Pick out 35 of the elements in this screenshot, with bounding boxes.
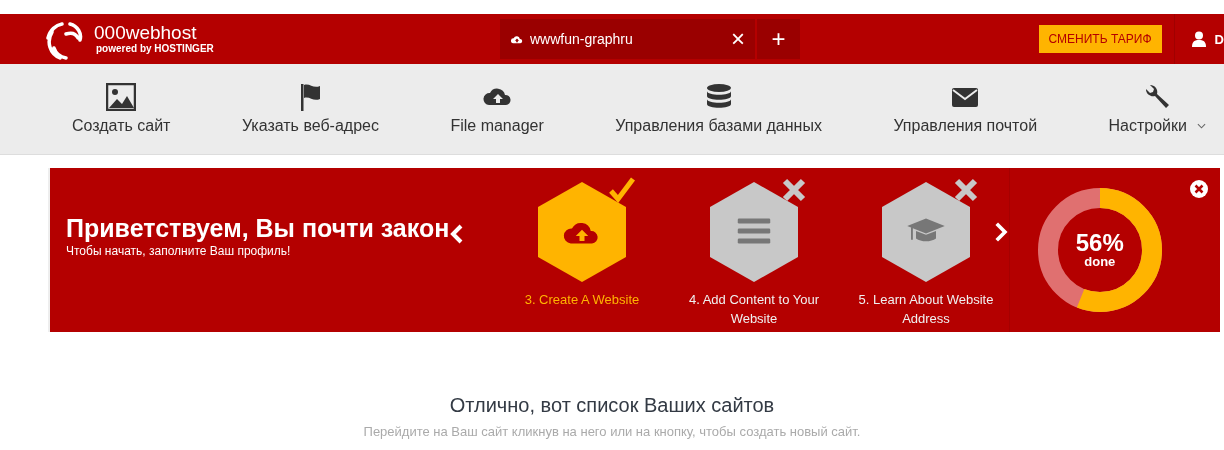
site-tab[interactable]: wwwfun-graphru × bbox=[500, 19, 755, 59]
nav-item[interactable]: Настройки bbox=[1108, 83, 1206, 135]
add-tab-button[interactable]: + bbox=[757, 19, 800, 59]
banner-subtitle: Чтобы начать, заполните Ваш профиль! bbox=[66, 244, 292, 258]
step-hexagon[interactable] bbox=[538, 182, 626, 282]
step-label: 5. Learn About Website Address bbox=[857, 291, 995, 328]
progress-caption: done bbox=[1084, 255, 1116, 269]
chevron-left-icon[interactable] bbox=[450, 224, 464, 244]
nav-item[interactable]: Управления почтой bbox=[893, 83, 1038, 135]
step-label: 4. Add Content to Your Website bbox=[687, 291, 821, 328]
section-heading: Отлично, вот список Ваших сайтов bbox=[448, 393, 776, 418]
step-label: 3. Create A Website bbox=[523, 291, 641, 309]
progress-percent: 56% bbox=[1075, 231, 1124, 255]
nav-item[interactable]: Управления базами данных bbox=[615, 83, 822, 135]
nav-item[interactable]: Создать сайт bbox=[72, 83, 171, 135]
banner-title: Приветствуем, Вы почти закон bbox=[66, 213, 450, 244]
tab-label: wwwfun-graphru bbox=[530, 31, 634, 47]
nav-item[interactable]: File manager bbox=[450, 83, 544, 135]
user-name[interactable]: D bbox=[1214, 31, 1224, 47]
image-icon bbox=[106, 83, 137, 111]
brand-name: 000webhost bbox=[94, 23, 198, 43]
step-hexagon[interactable] bbox=[710, 182, 798, 282]
cloud-upload-icon bbox=[563, 222, 598, 244]
user-icon bbox=[1190, 31, 1207, 47]
close-icon[interactable] bbox=[1190, 180, 1208, 198]
cloud-upload-icon bbox=[510, 34, 524, 44]
chevron-right-icon[interactable] bbox=[994, 220, 1009, 244]
step-hexagon[interactable] bbox=[882, 182, 970, 282]
lines-icon bbox=[737, 218, 771, 244]
close-tab-button[interactable]: × bbox=[731, 27, 745, 51]
nav-item[interactable]: Указать веб-адрес bbox=[241, 83, 379, 135]
logo-tagline: powered by HOSTINGER bbox=[96, 43, 214, 55]
upgrade-button[interactable]: СМЕНИТЬ ТАРИФ bbox=[1038, 25, 1162, 53]
graduation-cap-icon bbox=[907, 218, 945, 242]
section-subheading: Перейдите на Ваш сайт кликнув на него или на кнопку, чтобы создать новый сайт. bbox=[362, 424, 862, 439]
